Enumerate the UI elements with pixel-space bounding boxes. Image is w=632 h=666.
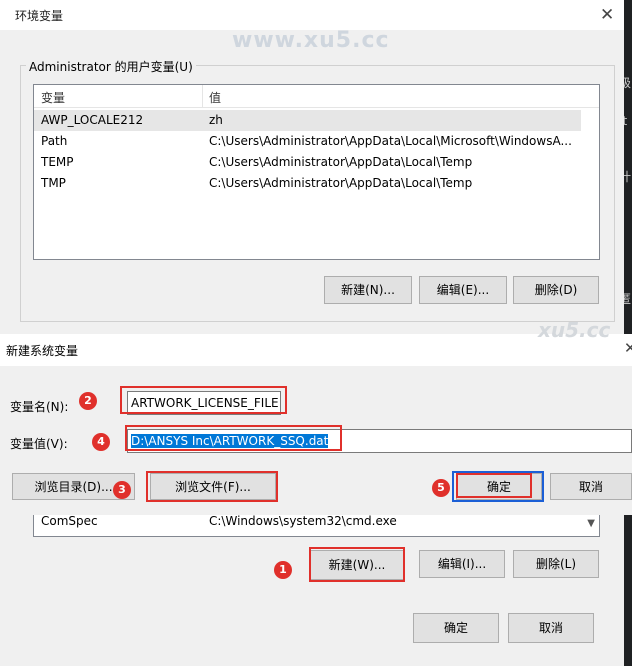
window-title: 环境变量 [15, 9, 64, 23]
user-variables-label: Administrator 的用户变量(U) [26, 58, 196, 75]
step-badge: 4 [92, 433, 110, 451]
variable-name: Path [41, 134, 68, 148]
table-row[interactable]: AWP_LOCALE212 zh [34, 110, 581, 131]
dialog-cancel-button[interactable]: 取消 [550, 473, 632, 500]
watermark: www.xu5.cc [232, 28, 390, 53]
table-row[interactable]: TEMP C:\Users\Administrator\AppData\Loca… [34, 152, 581, 173]
annotation-highlight [146, 471, 278, 502]
variable-name: TEMP [41, 155, 74, 169]
step-badge: 2 [79, 392, 97, 410]
list-header: 变量 值 [34, 85, 599, 108]
variable-value-label: 变量值(V): [10, 437, 68, 451]
user-delete-button[interactable]: 删除(D) [513, 276, 599, 304]
variable-name: TMP [41, 176, 66, 190]
user-variables-list[interactable]: 变量 值 AWP_LOCALE212 zh Path C:\Users\Admi… [33, 84, 600, 260]
variable-name-label: 变量名(N): [10, 400, 69, 414]
variable-name: ComSpec [41, 514, 98, 528]
chevron-down-icon[interactable]: ▼ [587, 518, 595, 529]
variable-value: C:\Users\Administrator\AppData\Local\Tem… [209, 155, 473, 169]
variable-value: zh [209, 113, 223, 127]
env-ok-button[interactable]: 确定 [413, 613, 499, 643]
dialog-title: 新建系统变量 [6, 344, 79, 358]
user-new-button[interactable]: 新建(N)... [324, 276, 412, 304]
close-icon[interactable]: ✕ [624, 339, 632, 357]
step-badge: 1 [274, 561, 292, 579]
variable-value: C:\Users\Administrator\AppData\Local\Mic… [209, 134, 572, 148]
system-edit-button[interactable]: 编辑(I)... [419, 550, 505, 578]
annotation-highlight [120, 386, 287, 414]
annotation-highlight [456, 473, 532, 498]
annotation-highlight [125, 425, 342, 451]
step-badge: 5 [432, 479, 450, 497]
variable-name: AWP_LOCALE212 [41, 113, 144, 127]
system-delete-button[interactable]: 删除(L) [513, 550, 599, 578]
window-title-bar [0, 0, 624, 30]
env-cancel-button[interactable]: 取消 [508, 613, 594, 643]
variable-value: C:\Windows\system32\cmd.exe [209, 514, 397, 528]
table-row[interactable]: Path C:\Users\Administrator\AppData\Loca… [34, 131, 581, 152]
watermark: xu5.cc [538, 318, 611, 342]
user-edit-button[interactable]: 编辑(E)... [419, 276, 507, 304]
variable-value: C:\Users\Administrator\AppData\Local\Tem… [209, 176, 473, 190]
column-header-name[interactable]: 变量 [41, 89, 65, 106]
table-row[interactable]: TMP C:\Users\Administrator\AppData\Local… [34, 173, 581, 194]
annotation-highlight [309, 547, 405, 582]
system-variables-list[interactable]: ComSpec C:\Windows\system32\cmd.exe ▼ [33, 514, 600, 537]
close-icon[interactable]: ✕ [600, 5, 614, 25]
step-badge: 3 [113, 481, 131, 499]
column-header-value[interactable]: 值 [209, 89, 221, 106]
column-divider[interactable] [202, 85, 203, 107]
